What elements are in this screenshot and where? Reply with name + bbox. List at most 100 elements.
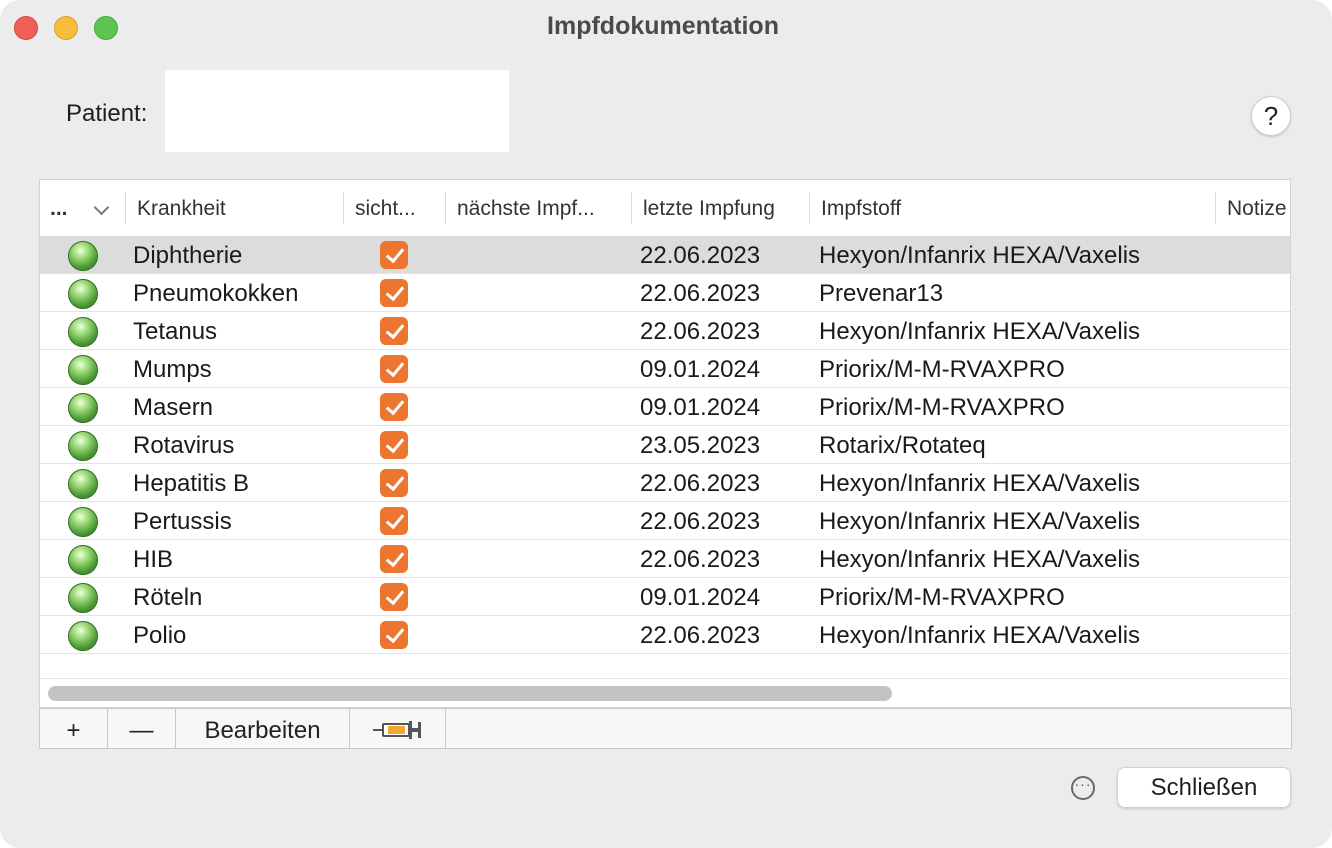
table-row[interactable]: Polio 22.06.2023 Hexyon/Infanrix HEXA/Vaxe… xyxy=(40,616,1290,654)
disease-cell: Tetanus xyxy=(133,318,218,345)
next-vaccination-cell xyxy=(457,540,627,577)
visible-checkbox[interactable] xyxy=(380,583,408,611)
visible-checkbox[interactable] xyxy=(380,355,408,383)
last-vaccination-cell: 23.05.2023 xyxy=(640,432,761,459)
next-vaccination-cell xyxy=(457,426,627,463)
title-bar: Impfdokumentation xyxy=(0,0,1332,56)
notes-cell xyxy=(1227,350,1290,387)
table-row[interactable]: Pneumokokken 22.06.2023 Prevenar13 xyxy=(40,274,1290,312)
status-indicator-icon xyxy=(68,393,98,423)
table-row[interactable]: Mumps 09.01.2024 Priorix/M-M-RVAXPRO xyxy=(40,350,1290,388)
column-header-last-vaccination[interactable]: letzte Impfung xyxy=(643,180,808,236)
status-indicator-icon xyxy=(68,507,98,537)
status-indicator-icon xyxy=(68,621,98,651)
vaccine-cell: Hexyon/Infanrix HEXA/Vaxelis xyxy=(819,622,1141,649)
status-indicator-icon xyxy=(68,317,98,347)
column-divider[interactable] xyxy=(343,192,344,224)
table-row[interactable]: Rotavirus 23.05.2023 Rotarix/Rotateq xyxy=(40,426,1290,464)
patient-label: Patient: xyxy=(66,100,148,127)
status-indicator-icon xyxy=(68,241,98,271)
disease-cell: Pneumokokken xyxy=(133,280,299,307)
visible-checkbox[interactable] xyxy=(380,393,408,421)
window-title: Impfdokumentation xyxy=(547,12,779,40)
table-row[interactable]: Röteln 09.01.2024 Priorix/M-M-RVAXPRO xyxy=(40,578,1290,616)
column-header-status[interactable]: ... xyxy=(50,180,90,236)
status-indicator-icon xyxy=(68,279,98,309)
column-divider[interactable] xyxy=(809,192,810,224)
last-vaccination-cell: 22.06.2023 xyxy=(640,242,761,269)
table-row[interactable]: Tetanus 22.06.2023 Hexyon/Infanrix HEXA/Va… xyxy=(40,312,1290,350)
notes-cell xyxy=(1227,502,1290,539)
column-header-notes[interactable]: Notize xyxy=(1227,180,1290,236)
status-indicator-icon xyxy=(68,431,98,461)
last-vaccination-cell: 22.06.2023 xyxy=(640,622,761,649)
close-button[interactable]: Schließen xyxy=(1117,767,1291,808)
visible-checkbox[interactable] xyxy=(380,279,408,307)
vaccine-cell: Priorix/M-M-RVAXPRO xyxy=(819,584,1065,611)
disease-cell: Diphtherie xyxy=(133,242,243,269)
column-divider[interactable] xyxy=(125,192,126,224)
column-header-visible[interactable]: sicht... xyxy=(355,180,440,236)
visible-checkbox[interactable] xyxy=(380,431,408,459)
horizontal-scrollbar[interactable] xyxy=(48,686,892,701)
visible-checkbox[interactable] xyxy=(380,545,408,573)
vaccine-cell: Prevenar13 xyxy=(819,280,944,307)
edit-button[interactable]: Bearbeiten xyxy=(176,709,350,748)
vaccination-table: ... Krankheit sicht... nächste Impf... l… xyxy=(39,179,1291,708)
ellipsis-circle-icon[interactable]: ··· xyxy=(1071,776,1095,800)
last-vaccination-cell: 22.06.2023 xyxy=(640,508,761,535)
vaccine-cell: Hexyon/Infanrix HEXA/Vaxelis xyxy=(819,546,1141,573)
vaccine-cell: Rotarix/Rotateq xyxy=(819,432,986,459)
table-row[interactable]: Pertussis 22.06.2023 Hexyon/Infanrix HEXA/… xyxy=(40,502,1290,540)
table-header: ... Krankheit sicht... nächste Impf... l… xyxy=(40,180,1290,237)
visible-checkbox[interactable] xyxy=(380,507,408,535)
notes-cell xyxy=(1227,578,1290,615)
disease-cell: Masern xyxy=(133,394,214,421)
notes-cell xyxy=(1227,388,1290,425)
visible-checkbox[interactable] xyxy=(380,241,408,269)
visible-checkbox[interactable] xyxy=(380,469,408,497)
column-header-next-vaccination[interactable]: nächste Impf... xyxy=(457,180,627,236)
vaccine-cell: Hexyon/Infanrix HEXA/Vaxelis xyxy=(819,318,1141,345)
remove-button[interactable]: — xyxy=(108,709,176,748)
column-header-disease[interactable]: Krankheit xyxy=(137,180,337,236)
last-vaccination-cell: 22.06.2023 xyxy=(640,318,761,345)
last-vaccination-cell: 09.01.2024 xyxy=(640,394,761,421)
notes-cell xyxy=(1227,540,1290,577)
last-vaccination-cell: 09.01.2024 xyxy=(640,356,761,383)
last-vaccination-cell: 22.06.2023 xyxy=(640,280,761,307)
vaccine-cell: Hexyon/Infanrix HEXA/Vaxelis xyxy=(819,508,1141,535)
table-row[interactable]: Masern 09.01.2024 Priorix/M-M-RVAXPRO xyxy=(40,388,1290,426)
visible-checkbox[interactable] xyxy=(380,621,408,649)
disease-cell: Hepatitis B xyxy=(133,470,250,497)
table-row[interactable]: HIB 22.06.2023 Hexyon/Infanrix HEXA/Vaxeli… xyxy=(40,540,1290,578)
next-vaccination-cell xyxy=(457,274,627,311)
next-vaccination-cell xyxy=(457,464,627,501)
column-divider[interactable] xyxy=(1215,192,1216,224)
chevron-down-icon[interactable] xyxy=(93,199,110,216)
help-button[interactable]: ? xyxy=(1251,96,1291,136)
syringe-button[interactable] xyxy=(350,709,446,748)
column-header-vaccine[interactable]: Impfstoff xyxy=(821,180,1201,236)
disease-cell: HIB xyxy=(133,546,174,573)
add-button[interactable]: + xyxy=(40,709,108,748)
vaccine-cell: Hexyon/Infanrix HEXA/Vaxelis xyxy=(819,470,1141,497)
status-indicator-icon xyxy=(68,545,98,575)
column-divider[interactable] xyxy=(445,192,446,224)
column-divider[interactable] xyxy=(631,192,632,224)
table-row[interactable]: Diphtherie 22.06.2023 Hexyon/Infanrix HEXA… xyxy=(40,236,1290,274)
visible-checkbox[interactable] xyxy=(380,317,408,345)
vaccine-cell: Priorix/M-M-RVAXPRO xyxy=(819,356,1065,383)
next-vaccination-cell xyxy=(457,350,627,387)
disease-cell: Polio xyxy=(133,622,187,649)
disease-cell: Pertussis xyxy=(133,508,232,535)
next-vaccination-cell xyxy=(457,616,627,653)
notes-cell xyxy=(1227,464,1290,501)
status-indicator-icon xyxy=(68,469,98,499)
next-vaccination-cell xyxy=(457,388,627,425)
notes-cell xyxy=(1227,616,1290,653)
notes-cell xyxy=(1227,312,1290,349)
table-row[interactable]: Hepatitis B 22.06.2023 Hexyon/Infanrix HEX… xyxy=(40,464,1290,502)
patient-field[interactable] xyxy=(165,70,509,152)
table-toolbar: + — Bearbeiten xyxy=(39,708,1292,749)
